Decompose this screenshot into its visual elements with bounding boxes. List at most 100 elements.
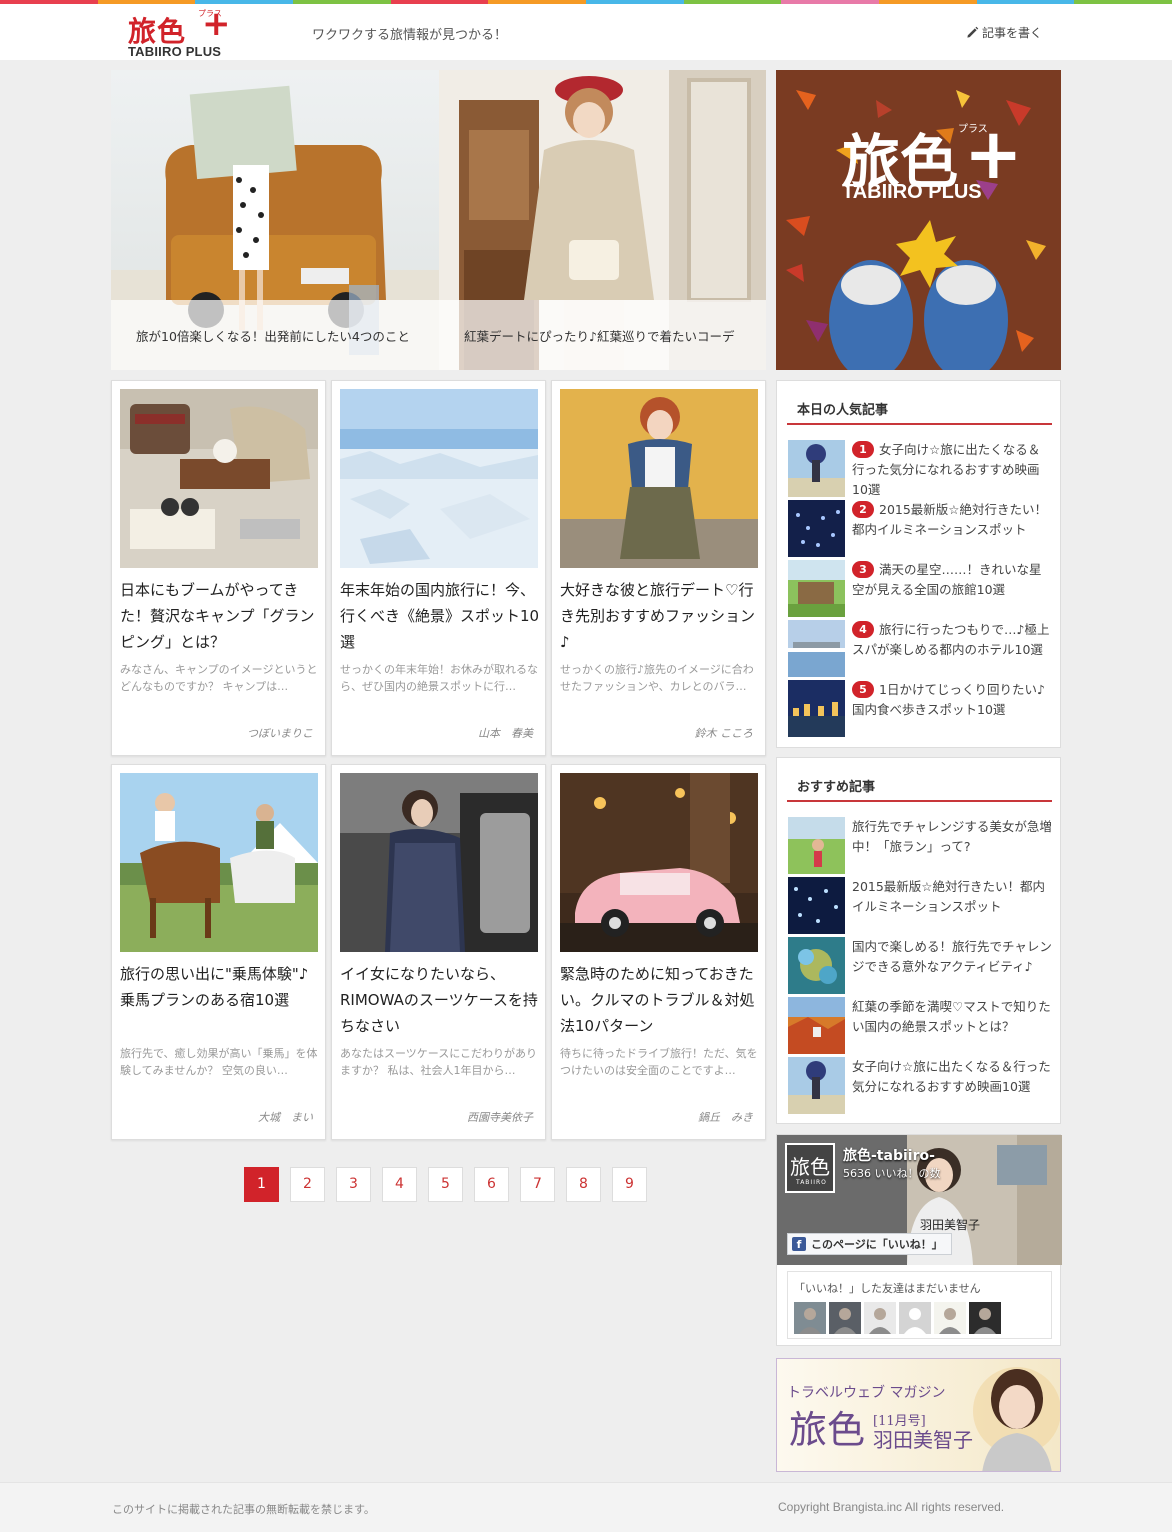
page-link-7[interactable]: 7 [520,1167,555,1202]
popular-article-item[interactable]: 4 旅行に行ったつもりで…♪極上スパが楽しめる都内のホテル10選 [787,620,1052,677]
page-link-5[interactable]: 5 [428,1167,463,1202]
site-footer: このサイトに掲載された記事の無断転載を禁じます。 Copyright Brang… [0,1482,1172,1532]
widget-item-title: 1日かけてじっくり回りたい♪国内食べ歩きスポット10選 [852,682,1045,717]
facebook-logo-kanji: 旅色 [790,1155,830,1179]
rank-badge: 2 [852,501,874,518]
page-link-4[interactable]: 4 [382,1167,417,1202]
magazine-ad-image: トラベルウェブ マガジン 旅色 [11月号] 羽田美智子 [777,1359,1060,1471]
article-thumbnail [340,773,538,952]
widget-thumbnail [788,440,845,497]
friend-avatar[interactable] [899,1302,931,1334]
widget-thumbnail [788,937,845,994]
autumn-leaves-image: 旅色 プラス + TABIIRO PLUS [776,70,1061,370]
facebook-logo-roman: TABIIRO [796,1179,827,1186]
article-card[interactable]: 大好きな彼と旅行デート♡行き先別おすすめファッション♪ せっかくの旅行♪旅先のイメ… [551,380,766,756]
page-link-3[interactable]: 3 [336,1167,371,1202]
widget-thumbnail [788,560,845,617]
article-excerpt: 待ちに待ったドライブ旅行！ただ、気をつけたいのは安全面のことですよ… [560,1047,758,1077]
article-excerpt: せっかくの旅行♪旅先のイメージに合わせたファッションや、カレとのバラ… [560,663,754,693]
popular-articles-title: 本日の人気記事 [787,399,1052,425]
article-card[interactable]: 旅行の思い出に"乗馬体験"♪乗馬プランのある宿10選 旅行先で、癒し効果が高い「乗… [111,764,326,1140]
widget-thumbnail [788,817,845,874]
write-article-link[interactable]: 記事を書く [966,24,1042,41]
facebook-like-count: 5636 いいね！の数 [843,1167,941,1180]
article-title: 年末年始の国内旅行に！今、行くべき《絶景》スポット10選 [340,581,540,651]
article-author: 鈴木 こころ [694,727,754,740]
recommended-articles-widget: おすすめ記事 旅行先でチャレンジする美女が急増中！「旅ラン」って? 2015最新版… [776,757,1061,1124]
popular-article-item[interactable]: 1 女子向け☆旅に出たくなる＆行った気分になれるおすすめ映画10選 [787,440,1052,497]
article-title: イイ女になりたいなら、RIMOWAのスーツケースを持ちなさい [340,965,538,1035]
widget-item-title: 旅行先でチャレンジする美女が急増中！「旅ラン」って? [852,819,1052,854]
widget-thumbnail [788,1057,845,1114]
friend-avatar[interactable] [934,1302,966,1334]
popular-article-item[interactable]: 3 満天の星空……！きれいな星空が見える全国の旅館10選 [787,560,1052,617]
recommended-article-item[interactable]: 国内で楽しめる！旅行先でチャレンジできる意外なアクティビティ♪ [787,937,1052,994]
widget-item-title: 2015最新版☆絶対行きたい！都内イルミネーションスポット [852,879,1046,914]
widget-thumbnail [788,877,845,934]
ad-kanji: 旅色 [789,1408,865,1452]
facebook-friends-text: 「いいね！」した友達はまだいません [794,1282,981,1295]
friend-avatar[interactable] [969,1302,1001,1334]
article-author: 西園寺美依子 [467,1111,533,1124]
article-card[interactable]: 年末年始の国内旅行に！今、行くべき《絶景》スポット10選 せっかくの年末年始！お休… [331,380,546,756]
article-card[interactable]: 緊急時のために知っておきたい。クルマのトラブル＆対処法10パターン待ちに待ったド… [551,764,766,1140]
facebook-page-logo: 旅色 TABIIRO [785,1143,835,1193]
widget-thumbnail [788,997,845,1054]
facebook-page-name[interactable]: 旅色-tabiiro- [843,1145,935,1165]
facebook-cover-text: 羽田美智子 [920,1217,980,1232]
hero-caption: 旅が10倍楽しくなる！出発前にしたい4つのこと [111,300,439,370]
magazine-ad-banner[interactable]: トラベルウェブ マガジン 旅色 [11月号] 羽田美智子 [776,1358,1061,1472]
rank-badge: 5 [852,681,874,698]
ad-name: 羽田美智子 [873,1428,973,1452]
widget-item-text: 1 女子向け☆旅に出たくなる＆行った気分になれるおすすめ映画10選 [852,440,1052,500]
article-card[interactable]: イイ女になりたいなら、RIMOWAのスーツケースを持ちなさい あなたはスーツケース… [331,764,546,1140]
widget-thumbnail [788,500,845,557]
recommended-article-item[interactable]: 紅葉の季節を満喫♡マストで知りたい国内の絶景スポットとは？ [787,997,1052,1054]
pagination: 123456789 [244,1167,647,1202]
page-link-9[interactable]: 9 [612,1167,647,1202]
article-title: 緊急時のために知っておきたい。クルマのトラブル＆対処法10パターン [560,965,755,1035]
recommended-articles-title: おすすめ記事 [787,776,1052,802]
popular-article-item[interactable]: 5 1日かけてじっくり回りたい♪国内食べ歩きスポット10選 [787,680,1052,737]
recommended-article-item[interactable]: 2015最新版☆絶対行きたい！都内イルミネーションスポット [787,877,1052,934]
facebook-like-button[interactable]: f このページに「いいね！」 [787,1233,952,1255]
hero-slide-autumn[interactable]: 紅葉デートにぴったり♪紅葉巡りで着たいコーデ [439,70,766,370]
widget-item-text: 3 満天の星空……！きれいな星空が見える全国の旅館10選 [852,560,1052,600]
widget-item-title: 2015最新版☆絶対行きたい！都内イルミネーションスポット [852,502,1048,537]
friend-avatar[interactable] [829,1302,861,1334]
page-link-2[interactable]: 2 [290,1167,325,1202]
friend-avatar[interactable] [794,1302,826,1334]
hero-caption: 紅葉デートにぴったり♪紅葉巡りで着たいコーデ [439,300,766,370]
friend-avatar[interactable] [864,1302,896,1334]
footer-notice: このサイトに掲載された記事の無断転載を禁じます。 [112,1503,375,1516]
widget-thumbnail [788,680,845,737]
page-link-6[interactable]: 6 [474,1167,509,1202]
widget-item-title: 女子向け☆旅に出たくなる＆行った気分になれるおすすめ映画10選 [852,1059,1051,1094]
widget-item-text: 4 旅行に行ったつもりで…♪極上スパが楽しめる都内のホテル10選 [852,620,1052,660]
article-author: 大城 まい [258,1111,313,1124]
page-link-1[interactable]: 1 [244,1167,279,1202]
recommended-article-item[interactable]: 女子向け☆旅に出たくなる＆行った気分になれるおすすめ映画10選 [787,1057,1052,1114]
article-excerpt: みなさん、キャンプのイメージというとどんなものですか？ キャンプは… [120,663,318,693]
article-author: 山本 春美 [478,727,533,740]
widget-item-title: 満天の星空……！きれいな星空が見える全国の旅館10選 [852,562,1042,597]
widget-item-title: 旅行に行ったつもりで…♪極上スパが楽しめる都内のホテル10選 [852,622,1050,657]
widget-item-text: 国内で楽しめる！旅行先でチャレンジできる意外なアクティビティ♪ [852,937,1052,977]
write-article-label: 記事を書く [982,26,1043,40]
article-title: 旅行の思い出に"乗馬体験"♪乗馬プランのある宿10選 [120,965,309,1009]
article-card[interactable]: 日本にもブームがやってきた！贅沢なキャンプ「グランピング」とは？ みなさん、キャン… [111,380,326,756]
site-logo[interactable]: 旅色 プラス + TABIIRO PLUS [128,4,238,60]
article-author: 鍋丘 みき [698,1111,753,1124]
facebook-friends-box: 「いいね！」した友達はまだいません [787,1271,1052,1339]
recommended-article-item[interactable]: 旅行先でチャレンジする美女が急増中！「旅ラン」って? [787,817,1052,874]
ad-issue: [11月号] [873,1414,926,1429]
widget-thumbnail [788,620,845,677]
site-tagline: ワクワクする旅情報が見つかる！ [312,28,508,43]
widget-item-title: 国内で楽しめる！旅行先でチャレンジできる意外なアクティビティ♪ [852,939,1052,974]
hero-slide-travel[interactable]: 旅が10倍楽しくなる！出発前にしたい4つのこと [111,70,439,370]
logo-roman: TABIIRO PLUS [128,44,222,59]
article-author: つぼいまりこ [247,727,313,740]
popular-article-item[interactable]: 2 2015最新版☆絶対行きたい！都内イルミネーションスポット [787,500,1052,557]
page-link-8[interactable]: 8 [566,1167,601,1202]
sidebar-brand-banner[interactable]: 旅色 プラス + TABIIRO PLUS [776,70,1061,370]
